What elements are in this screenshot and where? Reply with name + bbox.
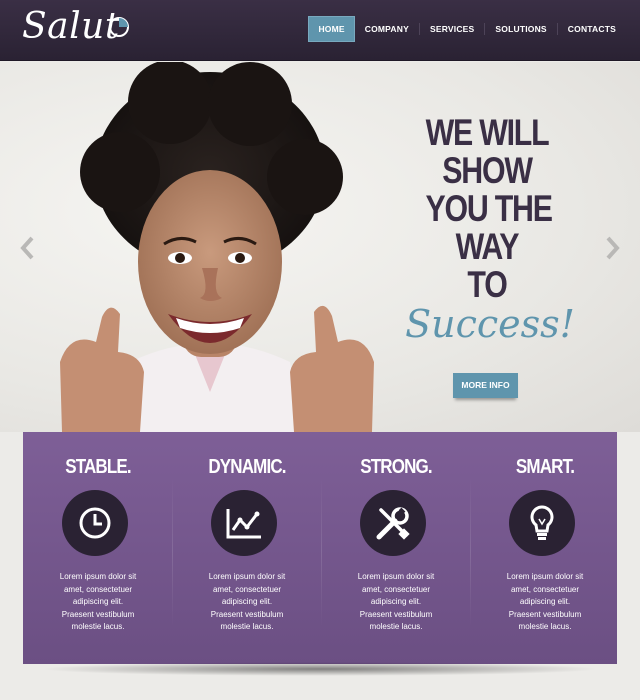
feature-description: Lorem ipsum dolor sit amet, consectetuer… [341,571,451,634]
feature-text-line: Lorem ipsum dolor sit [506,572,584,581]
feature-description: Lorem ipsum dolor sit amet, consectetuer… [43,571,153,634]
feature-text-line: molestie lacus. [71,622,125,632]
feature-text-line: adipiscing elit. [370,597,422,607]
nav-solutions[interactable]: SOLUTIONS [485,16,556,42]
feature-text-line: adipiscing elit. [72,597,124,607]
hero-slider: WE WILL SHOW YOU THE WAY TO Success! MOR… [0,62,640,432]
feature-text-line: amet, consectetuer [361,584,431,594]
feature-title: STABLE. [65,456,131,478]
clock-icon [62,490,128,556]
prev-slide-arrow[interactable] [20,236,36,260]
headline-line: SHOW [442,150,533,191]
nav-services[interactable]: SERVICES [420,16,484,42]
hero-tagline: Success! [405,302,575,346]
next-slide-arrow[interactable] [604,236,620,260]
feature-text-line: amet, consectetuer [63,584,133,594]
feature-text-line: Praesent vestibulum [508,609,582,619]
features-shadow [40,662,600,676]
main-nav: HOME COMPANY SERVICES SOLUTIONS CONTACTS [308,16,626,42]
feature-text-line: molestie lacus. [518,622,572,632]
feature-text-line: Praesent vestibulum [359,609,433,619]
nav-home[interactable]: HOME [308,16,355,42]
feature-text-line: amet, consectetuer [212,584,282,594]
headline-line: WE WILL [425,112,550,153]
nav-company[interactable]: COMPANY [355,16,419,42]
feature-dynamic: DYNAMIC. Lorem ipsum dolor sit amet, con… [172,432,322,664]
feature-smart: SMART. Lorem ipsum dolor sit amet, conse… [470,432,620,664]
headline-line: WAY [455,226,520,267]
tools-icon [360,490,426,556]
nav-contacts[interactable]: CONTACTS [558,16,626,42]
feature-text-line: molestie lacus. [220,622,274,632]
feature-title: SMART. [515,456,575,478]
hero-portrait-image [60,62,374,432]
more-info-button[interactable]: MORE INFO [453,373,518,398]
hero-headline: WE WILL SHOW YOU THE WAY TO [425,112,553,305]
lightbulb-icon [509,490,575,556]
feature-text-line: adipiscing elit. [221,597,273,607]
chart-icon [211,490,277,556]
feature-title: STRONG. [360,456,432,478]
feature-text-line: Lorem ipsum dolor sit [208,572,286,581]
feature-description: Lorem ipsum dolor sit amet, consectetuer… [490,571,600,634]
feature-strong: STRONG. Lorem ipsum dolor sit amet, cons… [321,432,471,664]
features-panel: STABLE. Lorem ipsum dolor sit amet, cons… [23,432,617,664]
feature-description: Lorem ipsum dolor sit amet, consectetuer… [192,571,302,634]
feature-text-line: amet, consectetuer [510,584,580,594]
feature-title: DYNAMIC. [208,456,286,478]
logo[interactable]: Salut [22,6,120,47]
feature-stable: STABLE. Lorem ipsum dolor sit amet, cons… [23,432,173,664]
site-header: Salut HOME COMPANY SERVICES SOLUTIONS CO… [0,0,640,61]
feature-text-line: Praesent vestibulum [61,609,135,619]
feature-text-line: Praesent vestibulum [210,609,284,619]
feature-text-line: adipiscing elit. [519,597,571,607]
headline-line: YOU THE [425,188,553,229]
feature-text-line: molestie lacus. [369,622,423,632]
feature-text-line: Lorem ipsum dolor sit [357,572,435,581]
feature-text-line: Lorem ipsum dolor sit [59,572,137,581]
headline-line: TO [467,264,507,305]
pie-chart-icon [109,17,129,37]
